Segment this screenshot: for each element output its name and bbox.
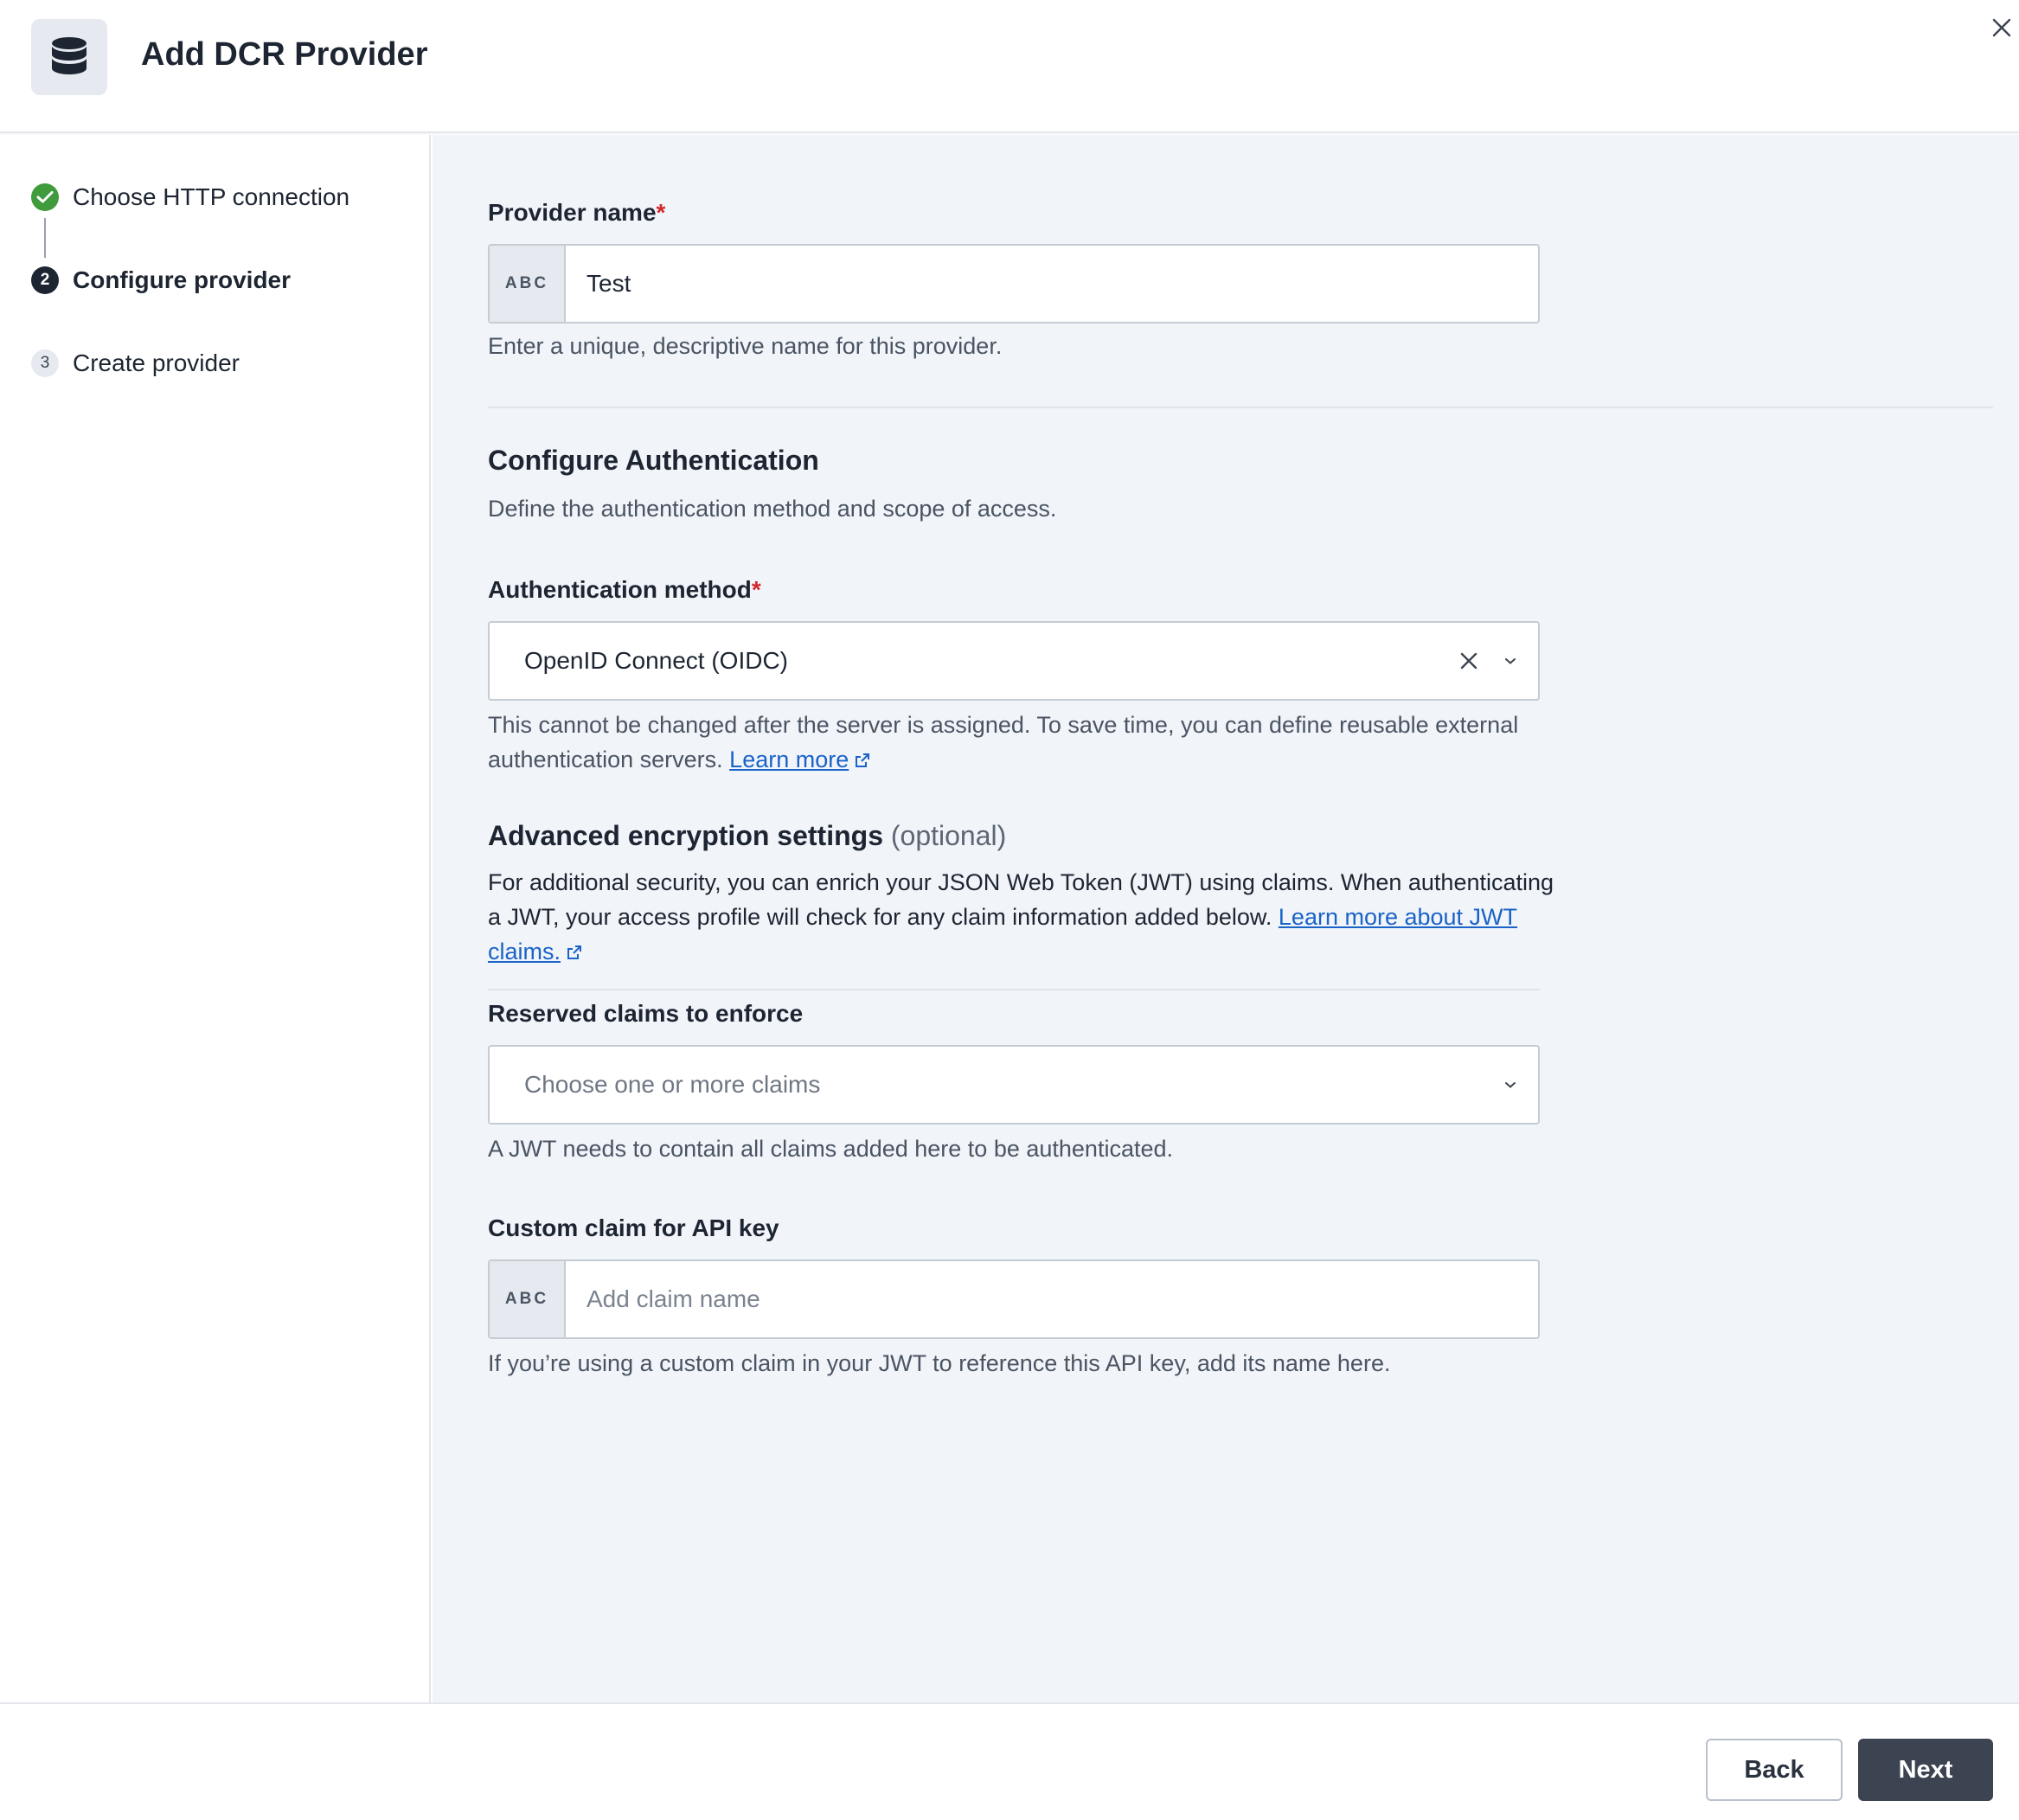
clear-icon[interactable] xyxy=(1452,644,1486,678)
step-configure-provider[interactable]: 2 Configure provider xyxy=(31,266,291,294)
advanced-settings-description: For additional security, you can enrich … xyxy=(488,865,1561,971)
step-create-provider[interactable]: 3 Create provider xyxy=(31,349,240,377)
main-form: Provider name* ABC Enter a unique, descr… xyxy=(433,135,2019,1702)
advanced-settings-title: Advanced encryption settings (optional) xyxy=(488,820,1007,851)
provider-name-input[interactable] xyxy=(566,246,1538,322)
chevron-down-icon[interactable] xyxy=(1497,644,1524,678)
auth-method-label: Authentication method* xyxy=(488,576,761,603)
external-link-icon xyxy=(566,936,583,971)
configure-auth-title: Configure Authentication xyxy=(488,445,819,476)
step-connector xyxy=(44,218,46,258)
modal-title: Add DCR Provider xyxy=(141,36,428,73)
reserved-claims-help: A JWT needs to contain all claims added … xyxy=(488,1136,1173,1162)
auth-method-help: This cannot be changed after the server … xyxy=(488,708,1561,779)
advanced-divider xyxy=(488,989,1540,990)
chevron-down-icon[interactable] xyxy=(1497,1067,1524,1102)
reserved-claims-placeholder: Choose one or more claims xyxy=(524,1071,821,1098)
custom-claim-help: If you’re using a custom claim in your J… xyxy=(488,1350,1391,1376)
step-label: Configure provider xyxy=(73,266,292,293)
auth-method-select[interactable]: OpenID Connect (OIDC) xyxy=(488,621,1540,701)
auth-method-value: OpenID Connect (OIDC) xyxy=(524,647,788,674)
provider-name-help: Enter a unique, descriptive name for thi… xyxy=(488,333,1003,359)
step-number: 3 xyxy=(31,349,59,377)
step-label: Create provider xyxy=(73,349,240,376)
text-type-prefix: ABC xyxy=(490,1261,566,1337)
text-type-prefix: ABC xyxy=(490,246,566,322)
custom-claim-input[interactable] xyxy=(566,1261,1538,1337)
custom-claim-field[interactable]: ABC xyxy=(488,1259,1540,1339)
modal-footer: Back Next xyxy=(0,1702,2019,1820)
modal-header: Add DCR Provider xyxy=(0,0,2019,133)
step-label: Choose HTTP connection xyxy=(73,183,350,210)
provider-name-label: Provider name* xyxy=(488,199,666,226)
external-link-icon xyxy=(854,744,871,779)
provider-name-field[interactable]: ABC xyxy=(488,244,1540,324)
database-icon xyxy=(31,19,107,95)
configure-auth-description: Define the authentication method and sco… xyxy=(488,496,1057,522)
section-divider xyxy=(488,407,1993,408)
reserved-claims-select[interactable]: Choose one or more claims xyxy=(488,1045,1540,1125)
step-number: 2 xyxy=(31,266,59,294)
step-choose-http-connection[interactable]: Choose HTTP connection xyxy=(31,183,349,211)
next-button[interactable]: Next xyxy=(1858,1739,1993,1801)
custom-claim-label: Custom claim for API key xyxy=(488,1214,779,1241)
close-icon[interactable] xyxy=(1986,10,2017,45)
check-circle-icon xyxy=(31,183,59,211)
back-button[interactable]: Back xyxy=(1706,1739,1843,1801)
learn-more-link[interactable]: Learn more xyxy=(729,747,849,772)
reserved-claims-label: Reserved claims to enforce xyxy=(488,1000,804,1027)
